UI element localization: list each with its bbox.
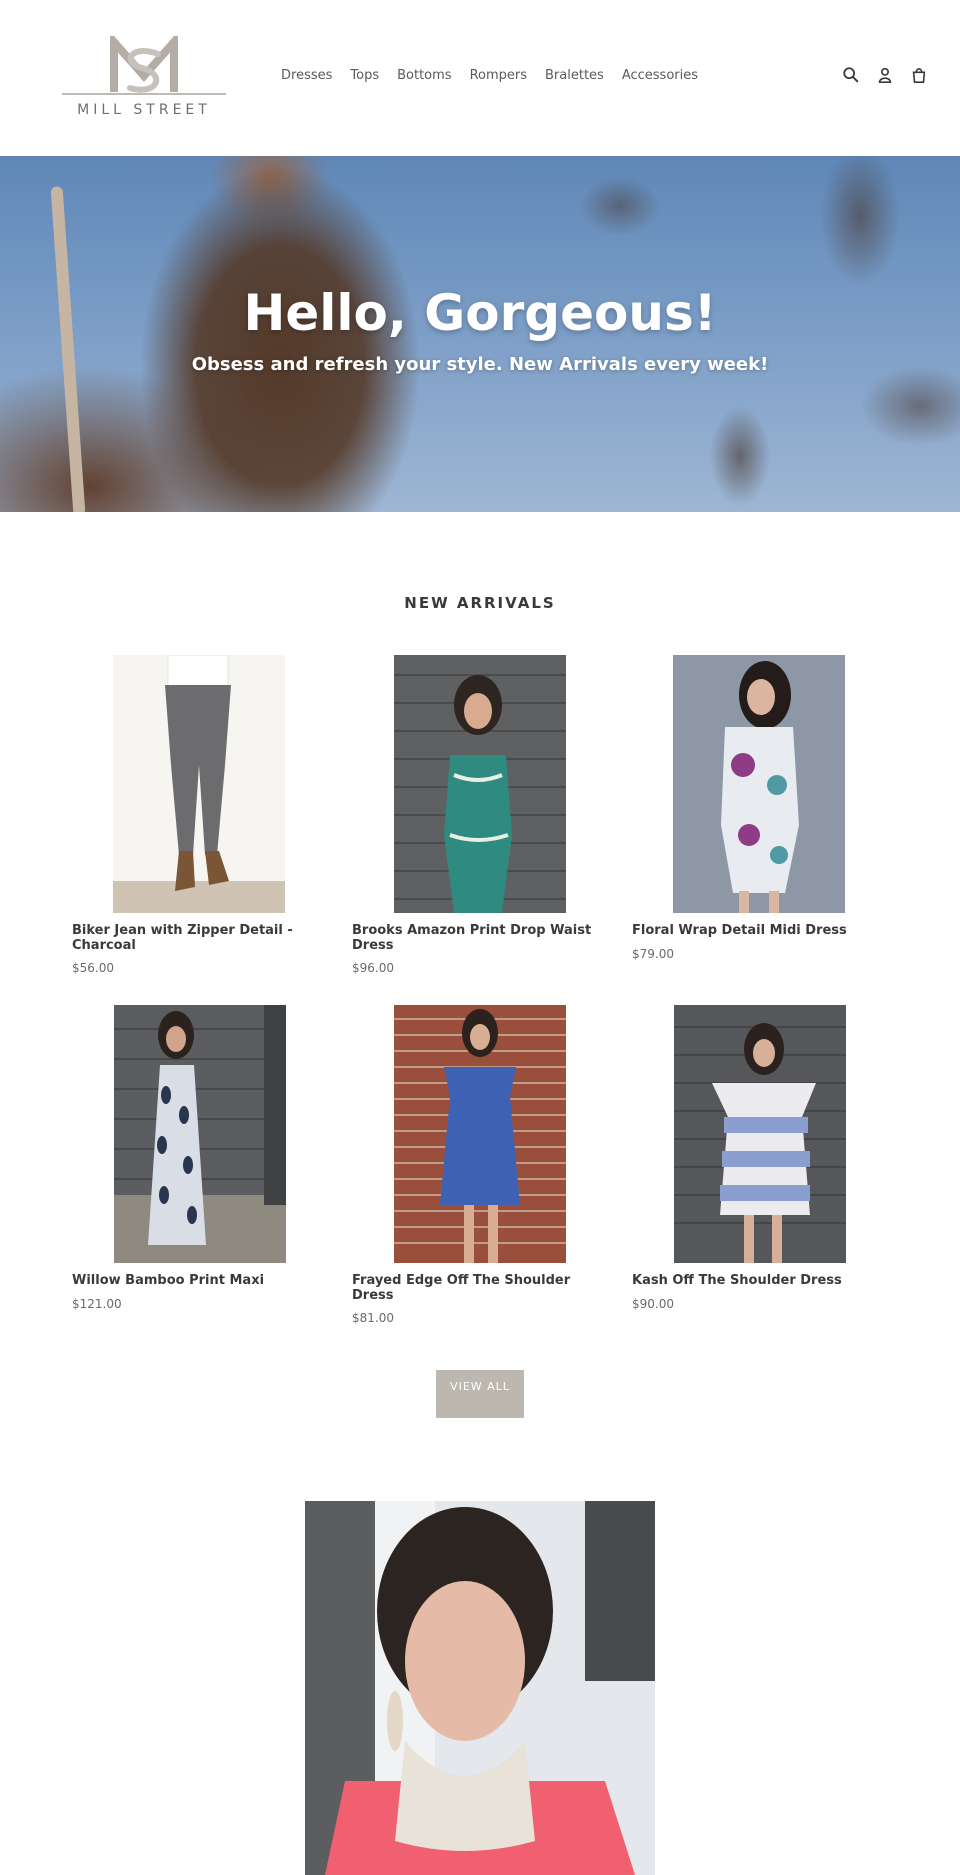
product-image[interactable] <box>394 655 566 913</box>
product-card[interactable]: Frayed Edge Off The Shoulder Dress $81.0… <box>352 1005 602 1330</box>
product-image[interactable] <box>673 655 845 913</box>
hero-title: Hello, Gorgeous! <box>243 284 717 342</box>
product-price: $96.00 <box>352 961 394 975</box>
feature-image <box>305 1501 655 1875</box>
product-title[interactable]: Willow Bamboo Print Maxi <box>72 1273 322 1288</box>
account-icon[interactable] <box>876 66 894 84</box>
logo-monogram <box>62 36 226 95</box>
cart-icon[interactable] <box>910 66 928 84</box>
nav-bottoms[interactable]: Bottoms <box>388 68 460 83</box>
site-header: MILL STREET Dresses Tops Bottoms Rompers… <box>0 0 960 156</box>
nav-tops[interactable]: Tops <box>341 68 388 83</box>
search-icon[interactable] <box>842 66 860 84</box>
product-card[interactable]: Willow Bamboo Print Maxi $121.00 <box>72 1005 322 1330</box>
nav-bralettes[interactable]: Bralettes <box>536 68 613 83</box>
product-image[interactable] <box>113 655 285 913</box>
hero-subtitle: Obsess and refresh your style. New Arriv… <box>191 354 769 375</box>
product-image[interactable] <box>674 1005 846 1263</box>
product-title[interactable]: Biker Jean with Zipper Detail - Charcoal <box>72 923 322 953</box>
product-card[interactable]: Floral Wrap Detail Midi Dress $79.00 <box>632 655 882 980</box>
nav-accessories[interactable]: Accessories <box>613 68 707 83</box>
nav-rompers[interactable]: Rompers <box>461 68 536 83</box>
header-icons <box>842 66 928 84</box>
product-card[interactable]: Kash Off The Shoulder Dress $90.00 <box>632 1005 882 1330</box>
hero-banner: Hello, Gorgeous! Obsess and refresh your… <box>0 156 960 512</box>
product-title[interactable]: Frayed Edge Off The Shoulder Dress <box>352 1273 602 1303</box>
section-title: NEW ARRIVALS <box>404 594 556 612</box>
nav-dresses[interactable]: Dresses <box>272 68 341 83</box>
product-image[interactable] <box>114 1005 286 1263</box>
product-image[interactable] <box>394 1005 566 1263</box>
product-title[interactable]: Floral Wrap Detail Midi Dress <box>632 923 882 938</box>
product-card[interactable]: Brooks Amazon Print Drop Waist Dress $96… <box>352 655 602 980</box>
product-price: $90.00 <box>632 1297 674 1311</box>
main-nav: Dresses Tops Bottoms Rompers Bralettes A… <box>272 68 707 83</box>
logo-text: MILL STREET <box>77 102 211 118</box>
product-card[interactable]: Biker Jean with Zipper Detail - Charcoal… <box>72 655 322 980</box>
product-title[interactable]: Brooks Amazon Print Drop Waist Dress <box>352 923 602 953</box>
product-price: $79.00 <box>632 947 674 961</box>
product-title[interactable]: Kash Off The Shoulder Dress <box>632 1273 882 1288</box>
logo[interactable]: MILL STREET <box>62 36 226 122</box>
product-price: $121.00 <box>72 1297 122 1311</box>
product-price: $56.00 <box>72 961 114 975</box>
view-all-button[interactable]: VIEW ALL <box>436 1370 524 1418</box>
product-price: $81.00 <box>352 1311 394 1325</box>
